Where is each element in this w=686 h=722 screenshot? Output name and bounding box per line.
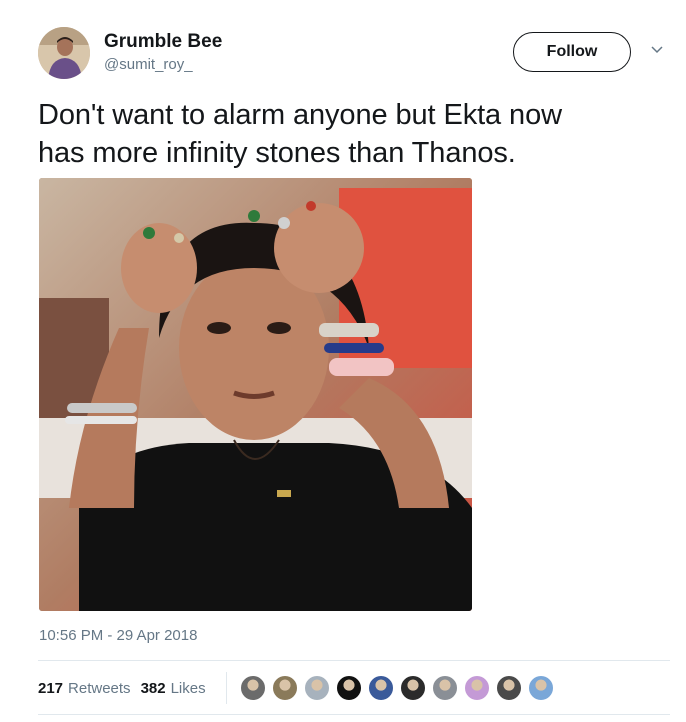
photo-woman-hands-on-head xyxy=(39,178,472,611)
display-name[interactable]: Grumble Bee xyxy=(104,31,222,53)
tweet-timestamp[interactable]: 10:56 PM - 29 Apr 2018 xyxy=(39,627,197,644)
liker-avatar[interactable] xyxy=(240,675,266,701)
tweet-text-line-1: Don't want to alarm anyone but Ekta now xyxy=(38,99,562,131)
tweet-photo[interactable] xyxy=(39,178,472,611)
liker-avatar[interactable] xyxy=(336,675,362,701)
tweet-text: Don't want to alarm anyone but Ekta now … xyxy=(38,96,658,172)
tweet-text-line-2: has more infinity stones than Thanos. xyxy=(38,137,516,169)
divider-top xyxy=(38,660,670,661)
stats-separator xyxy=(226,672,227,704)
user-handle[interactable]: @sumit_roy_ xyxy=(104,56,193,73)
likes-stat[interactable]: 382 Likes xyxy=(141,680,206,697)
divider-bottom xyxy=(38,714,670,715)
liker-avatar[interactable] xyxy=(272,675,298,701)
retweets-label: Retweets xyxy=(68,679,131,697)
likes-count: 382 xyxy=(140,679,166,697)
liker-avatar[interactable] xyxy=(464,675,490,701)
follow-button[interactable]: Follow xyxy=(513,32,631,72)
liker-avatar[interactable] xyxy=(304,675,330,701)
likes-label: Likes xyxy=(170,679,206,697)
liker-avatar[interactable] xyxy=(528,675,554,701)
retweets-count: 217 xyxy=(38,679,64,697)
retweets-stat[interactable]: 217 Retweets xyxy=(38,680,131,697)
engagement-stats: 217 Retweets 382 Likes xyxy=(38,662,216,714)
chevron-down-icon[interactable] xyxy=(650,43,664,57)
avatar[interactable] xyxy=(38,27,90,79)
liker-avatar[interactable] xyxy=(368,675,394,701)
liker-avatar[interactable] xyxy=(400,675,426,701)
liker-avatar[interactable] xyxy=(496,675,522,701)
tweet-card: Grumble Bee @sumit_roy_ Follow Don't wan… xyxy=(0,0,686,722)
avatar-photo xyxy=(38,27,90,79)
liker-avatars xyxy=(240,675,560,703)
liker-avatar[interactable] xyxy=(432,675,458,701)
